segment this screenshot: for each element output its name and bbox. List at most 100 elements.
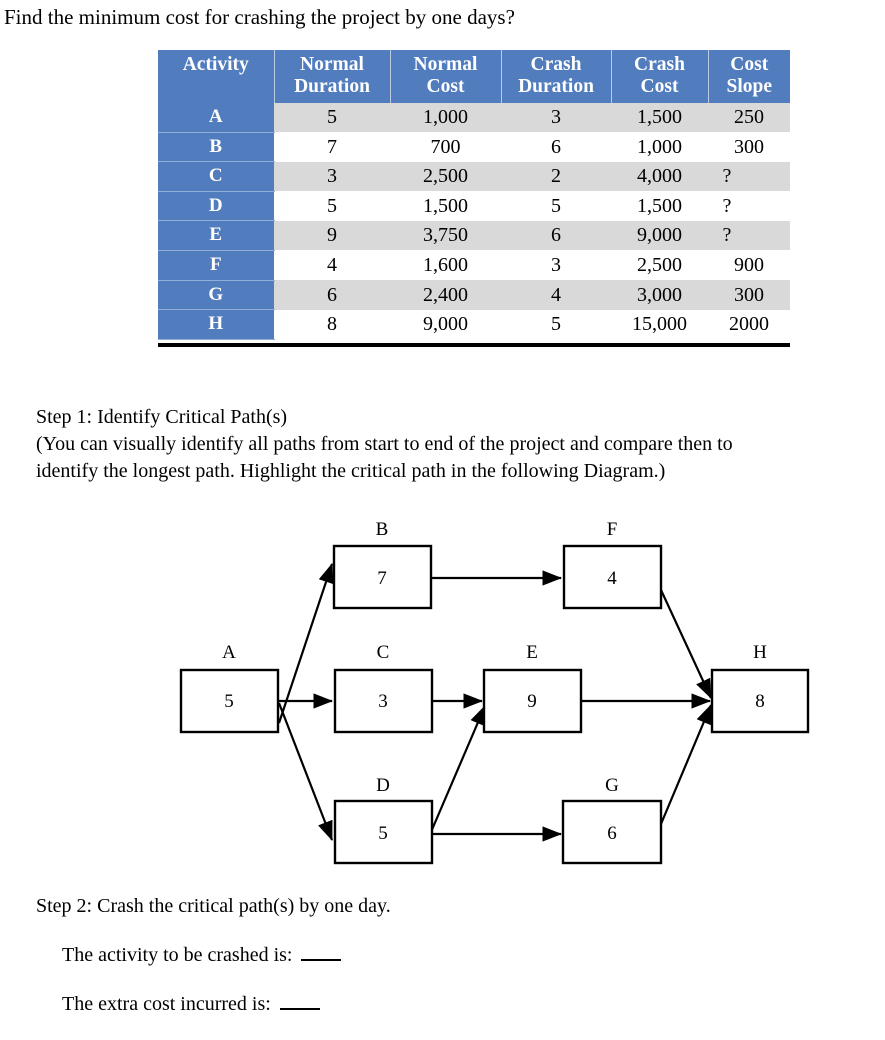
step1-block: Step 1: Identify Critical Path(s) (You c…	[36, 404, 881, 485]
cost-slope-cell: 250	[708, 103, 790, 133]
normal-duration-cell: 5	[274, 103, 390, 133]
activity-cell: A	[158, 103, 274, 133]
crash-duration-cell: 4	[501, 280, 611, 310]
normal-cost-cell: 3,750	[390, 220, 501, 251]
diagram-node-f[interactable]: F 4	[562, 519, 663, 610]
crash-cost-cell: 4,000	[611, 161, 708, 192]
diagram-node-g[interactable]: G 6	[561, 775, 663, 865]
crash-cost-cell: 1,500	[611, 103, 708, 133]
column-header-normal-duration: Normal Duration	[274, 50, 391, 103]
normal-cost-cell: 2,500	[390, 161, 501, 192]
diagram-node-h-label: H	[753, 642, 767, 663]
cost-slope-cell: ?	[708, 191, 790, 221]
crash-cost-cell: 1,000	[611, 132, 708, 162]
crash-cost-cell: 3,000	[611, 280, 708, 310]
diagram-node-b-label: B	[376, 519, 389, 540]
activity-cell: D	[158, 191, 274, 222]
diagram-node-e-label: E	[526, 642, 538, 663]
crash-duration-cell: 3	[501, 103, 611, 133]
step2-activity-label: The activity to be crashed is:	[62, 944, 293, 966]
diagram-node-c[interactable]: C 3	[333, 642, 434, 734]
crash-duration-cell: 5	[501, 309, 611, 340]
column-header-crash-duration-line2: Duration	[518, 76, 594, 97]
diagram-node-a[interactable]: A 5	[179, 642, 280, 734]
network-diagram-svg: A 5 B 7 C 3 D 5 E 9 F 4 G 6 H 8	[179, 519, 810, 865]
normal-duration-cell: 8	[274, 309, 390, 340]
column-header-crash-cost: Crash Cost	[611, 50, 709, 103]
diagram-node-g-duration: 6	[607, 823, 617, 844]
column-header-normal-cost-line1: Normal	[413, 54, 478, 75]
crash-cost-cell: 2,500	[611, 250, 708, 281]
cost-slope-cell: ?	[708, 220, 790, 251]
step2-title: Step 2: Crash the critical path(s) by on…	[36, 895, 391, 917]
crash-cost-cell: 15,000	[611, 309, 708, 340]
normal-cost-cell: 2,400	[390, 280, 501, 310]
column-header-cost-slope-line2: Slope	[726, 76, 772, 97]
diagram-node-h-duration: 8	[755, 691, 765, 712]
edge-a-b	[277, 562, 334, 724]
table-row: C 3 2,500 2 4,000?	[158, 161, 790, 192]
activity-cell: G	[158, 280, 274, 311]
normal-cost-cell: 9,000	[390, 309, 501, 340]
activity-cell: C	[158, 161, 274, 192]
step2-activity-line: The activity to be crashed is:	[62, 942, 636, 969]
diagram-node-d-duration: 5	[378, 823, 388, 844]
diagram-node-c-duration: 3	[378, 691, 388, 712]
table-row: B 7 700 6 1,000 300	[158, 132, 790, 163]
normal-duration-cell: 6	[274, 280, 390, 310]
column-header-crash-duration-line1: Crash	[530, 54, 582, 75]
crash-cost-table: Activity Normal Duration Normal Cost Cra…	[158, 50, 790, 340]
table-row: E 9 3,750 6 9,000?	[158, 220, 790, 251]
column-header-normal-duration-line2: Duration	[294, 76, 370, 97]
step1-line1: (You can visually identify all paths fro…	[36, 433, 733, 455]
diagram-node-g-label: G	[605, 775, 619, 796]
table-row: A 5 1,000 3 1,500 250	[158, 103, 790, 133]
table-row: F 4 1,600 3 2,500 900	[158, 250, 790, 281]
diagram-node-a-label: A	[222, 642, 236, 663]
normal-cost-cell: 1,000	[390, 103, 501, 133]
table-row: D 5 1,500 5 1,500?	[158, 191, 790, 222]
diagram-node-d-label: D	[376, 775, 390, 796]
cost-slope-cell: ?	[708, 161, 790, 192]
crash-duration-cell: 2	[501, 161, 611, 192]
column-header-activity-line1: Activity	[182, 54, 249, 75]
column-header-cost-slope-line1: Cost	[730, 54, 769, 75]
normal-duration-cell: 3	[274, 161, 390, 192]
normal-duration-cell: 9	[274, 220, 390, 251]
normal-cost-cell: 1,600	[390, 250, 501, 281]
crash-duration-cell: 5	[501, 191, 611, 221]
column-header-crash-duration: Crash Duration	[501, 50, 612, 103]
diagram-node-h[interactable]: H 8	[710, 642, 810, 734]
diagram-node-a-duration: 5	[224, 691, 234, 712]
crash-cost-cell: 1,500	[611, 191, 708, 221]
cost-slope-cell: 300	[708, 132, 790, 162]
cost-slope-cell: 900	[708, 250, 790, 281]
edge-f-h	[660, 589, 712, 699]
network-diagram: A 5 B 7 C 3 D 5 E 9 F 4 G 6 H 8	[0, 510, 885, 885]
column-header-normal-cost: Normal Cost	[390, 50, 502, 103]
step2-cost-blank[interactable]	[279, 992, 320, 1010]
edge-d-e	[429, 704, 487, 833]
crash-duration-cell: 6	[501, 132, 611, 162]
step2-activity-blank[interactable]	[301, 943, 342, 961]
column-header-crash-cost-line1: Crash	[634, 54, 685, 75]
table-bottom-rule	[158, 343, 790, 347]
column-header-activity: Activity	[158, 50, 275, 103]
crash-duration-cell: 3	[501, 250, 611, 281]
diagram-node-d[interactable]: D 5	[333, 775, 434, 865]
diagram-node-b[interactable]: B 7	[332, 519, 433, 610]
table-body: A 5 1,000 3 1,500 250 B 7 700 6 1,000 300 C 3 2,500 2 4,…	[158, 103, 790, 340]
step2-cost-label: The extra cost incurred is:	[62, 993, 271, 1015]
table-row: H 8 9,000 5 15,000 2000	[158, 309, 790, 340]
normal-cost-cell: 700	[390, 132, 501, 162]
diagram-node-e[interactable]: E 9	[482, 642, 583, 734]
table-row: G 6 2,400 4 3,000 300	[158, 280, 790, 311]
column-header-cost-slope: Cost Slope	[708, 50, 790, 103]
normal-duration-cell: 4	[274, 250, 390, 281]
crash-duration-cell: 6	[501, 220, 611, 251]
normal-duration-cell: 7	[274, 132, 390, 162]
normal-cost-cell: 1,500	[390, 191, 501, 221]
step2-cost-line: The extra cost incurred is:	[62, 991, 636, 1018]
column-header-normal-duration-line1: Normal	[300, 54, 364, 75]
diagram-node-c-label: C	[377, 642, 390, 663]
